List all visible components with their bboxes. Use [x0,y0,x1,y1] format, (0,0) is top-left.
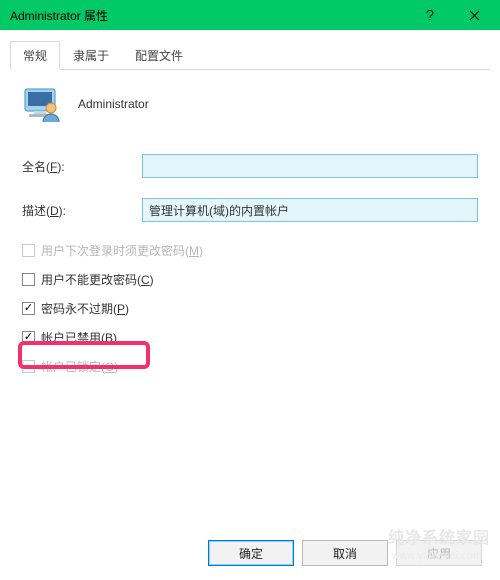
tab-profile[interactable]: 配置文件 [122,41,196,70]
account-name: Administrator [78,97,149,111]
tab-general[interactable]: 常规 [10,41,60,70]
watermark-url: www.yidaimei.com [392,550,482,562]
tab-label: 配置文件 [135,49,183,63]
fullname-input[interactable] [142,154,478,178]
fullname-label: 全名(F): [22,158,142,175]
user-header: Administrator [22,84,478,124]
checkbox-group: 用户下次登录时须更改密码(M) 用户不能更改密码(C) 密码永不过期(P) 帐户… [22,242,478,375]
checkbox [22,360,35,373]
check-cannot-change-pw[interactable]: 用户不能更改密码(C) [22,271,478,288]
watermark-text: 纯净系统家园 [388,524,490,548]
tab-label: 常规 [23,49,47,63]
description-input[interactable] [142,198,478,222]
checkbox-label: 用户下次登录时须更改密码(M) [41,242,203,259]
tab-strip: 常规 隶属于 配置文件 [10,40,490,70]
checkbox-label: 用户不能更改密码(C) [41,271,154,288]
window-title: Administrator 属性 [10,7,408,24]
checkbox[interactable] [22,273,35,286]
checkbox-label: 帐户已锁定(O) [41,358,118,375]
description-label: 描述(D): [22,202,142,219]
help-button[interactable] [408,0,452,30]
checkbox[interactable] [22,331,35,344]
checkbox-label: 密码永不过期(P) [41,300,129,317]
button-label: 取消 [333,545,357,562]
checkbox-label: 帐户已禁用(B) [41,329,117,346]
fullname-row: 全名(F): [22,154,478,178]
check-account-locked: 帐户已锁定(O) [22,358,478,375]
title-bar: Administrator 属性 [0,0,500,30]
checkbox [22,244,35,257]
close-button[interactable] [452,0,496,30]
tab-label: 隶属于 [73,49,109,63]
check-account-disabled[interactable]: 帐户已禁用(B) [22,329,478,346]
tab-panel-general: Administrator 全名(F): 描述(D): 用户下次登录时须更改密码… [0,70,500,401]
cancel-button[interactable]: 取消 [302,540,388,566]
tab-member-of[interactable]: 隶属于 [60,41,122,70]
ok-button[interactable]: 确定 [208,540,294,566]
check-pw-never-expires[interactable]: 密码永不过期(P) [22,300,478,317]
button-label: 确定 [239,545,263,562]
check-must-change-pw: 用户下次登录时须更改密码(M) [22,242,478,259]
user-icon [22,84,62,124]
checkbox[interactable] [22,302,35,315]
description-row: 描述(D): [22,198,478,222]
